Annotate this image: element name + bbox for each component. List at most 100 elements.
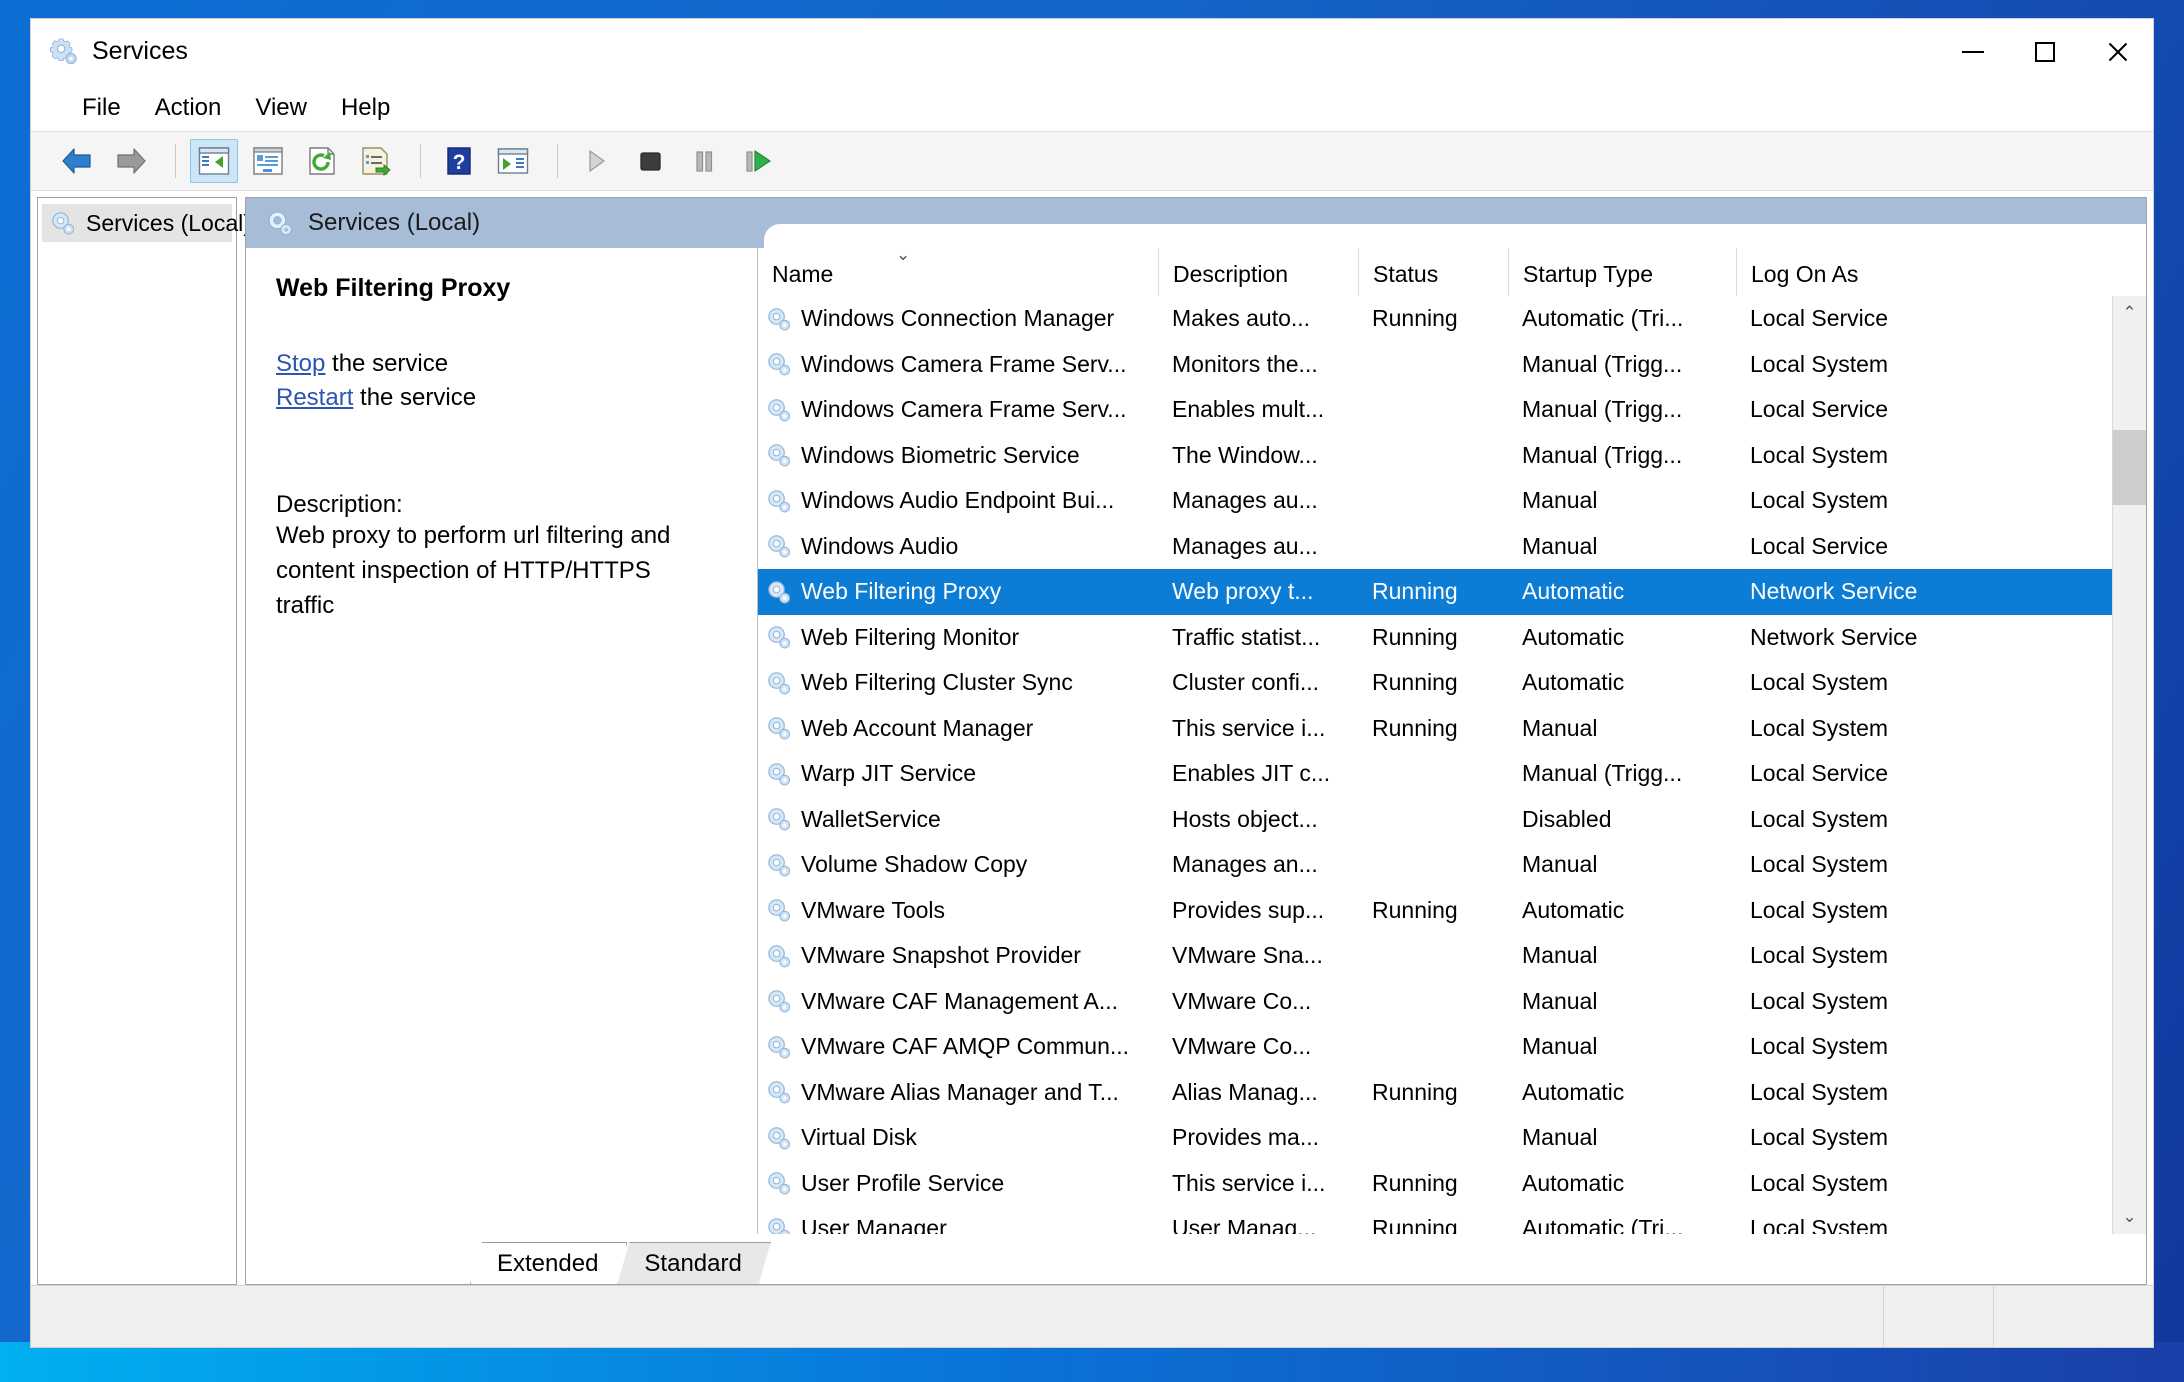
table-row[interactable]: User Manager User Manag... Running Automati…: [758, 1206, 2112, 1234]
scroll-thumb[interactable]: [2113, 430, 2146, 505]
cell-startup-type: Automatic: [1522, 578, 1625, 605]
column-header-name[interactable]: ⌄ Name: [758, 248, 1158, 296]
menu-bar: File Action View Help: [31, 84, 2153, 132]
service-gear-icon: [768, 854, 791, 877]
menu-file[interactable]: File: [65, 90, 138, 126]
pause-service-button[interactable]: [680, 139, 728, 183]
column-header-status[interactable]: Status: [1358, 248, 1508, 296]
table-row[interactable]: Windows Audio Endpoint Bui... Manages au.…: [758, 478, 2112, 524]
column-header-description-label: Description: [1173, 261, 1289, 287]
show-action-pane-button[interactable]: [489, 139, 537, 183]
restart-service-suffix: the service: [353, 384, 477, 412]
cell-name: WalletService: [758, 806, 1158, 833]
properties-icon: [253, 147, 283, 175]
pane-header: Services (Local): [246, 198, 2146, 248]
column-header-startup-type[interactable]: Startup Type: [1508, 248, 1736, 296]
cell-name: VMware CAF AMQP Commun...: [758, 1033, 1158, 1060]
table-row[interactable]: Windows Camera Frame Serv... Monitors the…: [758, 342, 2112, 388]
table-row[interactable]: VMware Snapshot Provider VMware Sna... Man…: [758, 933, 2112, 979]
cell-log-on-as: Network Service: [1750, 623, 1918, 650]
table-row[interactable]: VMware Alias Manager and T... Alias Manag…: [758, 1070, 2112, 1116]
service-gear-icon: [768, 1036, 791, 1059]
column-header-description[interactable]: Description: [1158, 248, 1358, 296]
cell-status: Running: [1372, 1169, 1458, 1196]
pane-content: Web Filtering Proxy Stop the service Res…: [246, 248, 2146, 1234]
table-row[interactable]: Windows Biometric Service The Window... Ma…: [758, 433, 2112, 479]
action-pane-icon: [497, 148, 529, 174]
close-button[interactable]: [2081, 19, 2153, 84]
back-button[interactable]: [53, 139, 101, 183]
cell-description: Enables mult...: [1172, 396, 1325, 423]
desktop-bottom-strip: [0, 1342, 2184, 1382]
menu-action[interactable]: Action: [138, 90, 239, 126]
table-row[interactable]: Windows Audio Manages au... Manual Local Se…: [758, 524, 2112, 570]
list-vertical-scrollbar[interactable]: ⌃ ⌄: [2112, 296, 2146, 1234]
service-gear-icon: [768, 1218, 790, 1234]
table-row[interactable]: Volume Shadow Copy Manages an... Manual Loc…: [758, 842, 2112, 888]
maximize-button[interactable]: [2009, 19, 2081, 84]
table-row[interactable]: VMware Tools Provides sup... Running Automa…: [758, 888, 2112, 934]
table-row[interactable]: Web Account Manager This service i... Runn…: [758, 706, 2112, 752]
table-row[interactable]: VMware CAF AMQP Commun... VMware Co... Man…: [758, 1024, 2112, 1070]
cell-status: Running: [1372, 305, 1458, 332]
cell-log-on-as: Local System: [1750, 1215, 1889, 1234]
scroll-up-button[interactable]: ⌃: [2113, 296, 2146, 330]
cell-log-on-as: Local System: [1750, 851, 1889, 878]
scroll-track[interactable]: [2113, 330, 2146, 1200]
table-row[interactable]: WalletService Hosts object... Disabled Loca…: [758, 797, 2112, 843]
cell-startup-type: Manual: [1522, 987, 1598, 1014]
help-button[interactable]: ?: [435, 139, 483, 183]
tab-standard[interactable]: Standard: [617, 1242, 770, 1284]
cell-description: Alias Manag...: [1172, 1078, 1318, 1105]
restart-service-button[interactable]: [734, 139, 782, 183]
service-name-text: User Profile Service: [801, 1169, 1005, 1196]
tab-extended[interactable]: Extended: [470, 1242, 627, 1284]
stop-service-link[interactable]: Stop: [276, 350, 325, 377]
refresh-icon: [309, 147, 335, 175]
service-name-text: Windows Camera Frame Serv...: [801, 396, 1127, 423]
restart-service-link[interactable]: Restart: [276, 384, 353, 411]
stop-service-row: Stop the service: [276, 347, 729, 381]
table-row[interactable]: Warp JIT Service Enables JIT c... Manual (…: [758, 751, 2112, 797]
table-row[interactable]: Web Filtering Monitor Traffic statist... R…: [758, 615, 2112, 661]
service-detail-panel: Web Filtering Proxy Stop the service Res…: [246, 248, 758, 1234]
cell-startup-type: Automatic: [1522, 896, 1625, 923]
tree-item-services-local[interactable]: Services (Local): [42, 204, 251, 242]
forward-button[interactable]: [107, 139, 155, 183]
properties-button[interactable]: [244, 139, 292, 183]
service-name-text: User Manager: [801, 1215, 947, 1234]
toolbar-separator: [557, 144, 558, 178]
cell-name: Windows Connection Manager: [758, 305, 1158, 332]
table-row[interactable]: Windows Connection Manager Makes auto... R…: [758, 296, 2112, 342]
column-header-log-on-as[interactable]: Log On As: [1736, 248, 2016, 296]
show-tree-icon: [198, 147, 230, 175]
table-row[interactable]: User Profile Service This service i... Run…: [758, 1161, 2112, 1207]
table-row[interactable]: Windows Camera Frame Serv... Enables mult…: [758, 387, 2112, 433]
cell-description: Provides sup...: [1172, 896, 1325, 923]
scroll-down-button[interactable]: ⌄: [2113, 1200, 2146, 1234]
menu-view[interactable]: View: [238, 90, 324, 126]
show-hide-tree-button[interactable]: [190, 139, 238, 183]
cell-log-on-as: Local System: [1750, 1078, 1889, 1105]
description-block: Description: Web proxy to perform url fi…: [276, 491, 729, 623]
menu-help[interactable]: Help: [324, 90, 407, 126]
table-row[interactable]: Web Filtering Cluster Sync Cluster confi.…: [758, 660, 2112, 706]
details-pane: Services (Local) Web Filtering Proxy Sto…: [245, 197, 2147, 1285]
cell-log-on-as: Local System: [1750, 441, 1889, 468]
table-row[interactable]: VMware CAF Management A... VMware Co... Ma…: [758, 979, 2112, 1025]
stop-service-button[interactable]: [626, 139, 674, 183]
services-window: Services File Action View Help ? Service…: [30, 18, 2154, 1348]
cell-log-on-as: Local System: [1750, 805, 1889, 832]
service-gear-icon: [768, 717, 791, 740]
service-name-text: Web Filtering Cluster Sync: [801, 669, 1073, 696]
cell-description: Web proxy t...: [1172, 578, 1314, 605]
service-gear-icon: [768, 308, 791, 331]
service-name-text: Windows Audio: [801, 532, 959, 559]
table-row[interactable]: Web Filtering Proxy Web proxy t... Running…: [758, 569, 2112, 615]
minimize-button[interactable]: [1937, 19, 2009, 84]
table-row[interactable]: Virtual Disk Provides ma... Manual Local Sy…: [758, 1115, 2112, 1161]
export-list-button[interactable]: [352, 139, 400, 183]
refresh-button[interactable]: [298, 139, 346, 183]
start-service-button[interactable]: [572, 139, 620, 183]
service-name-text: VMware CAF Management A...: [801, 987, 1119, 1014]
